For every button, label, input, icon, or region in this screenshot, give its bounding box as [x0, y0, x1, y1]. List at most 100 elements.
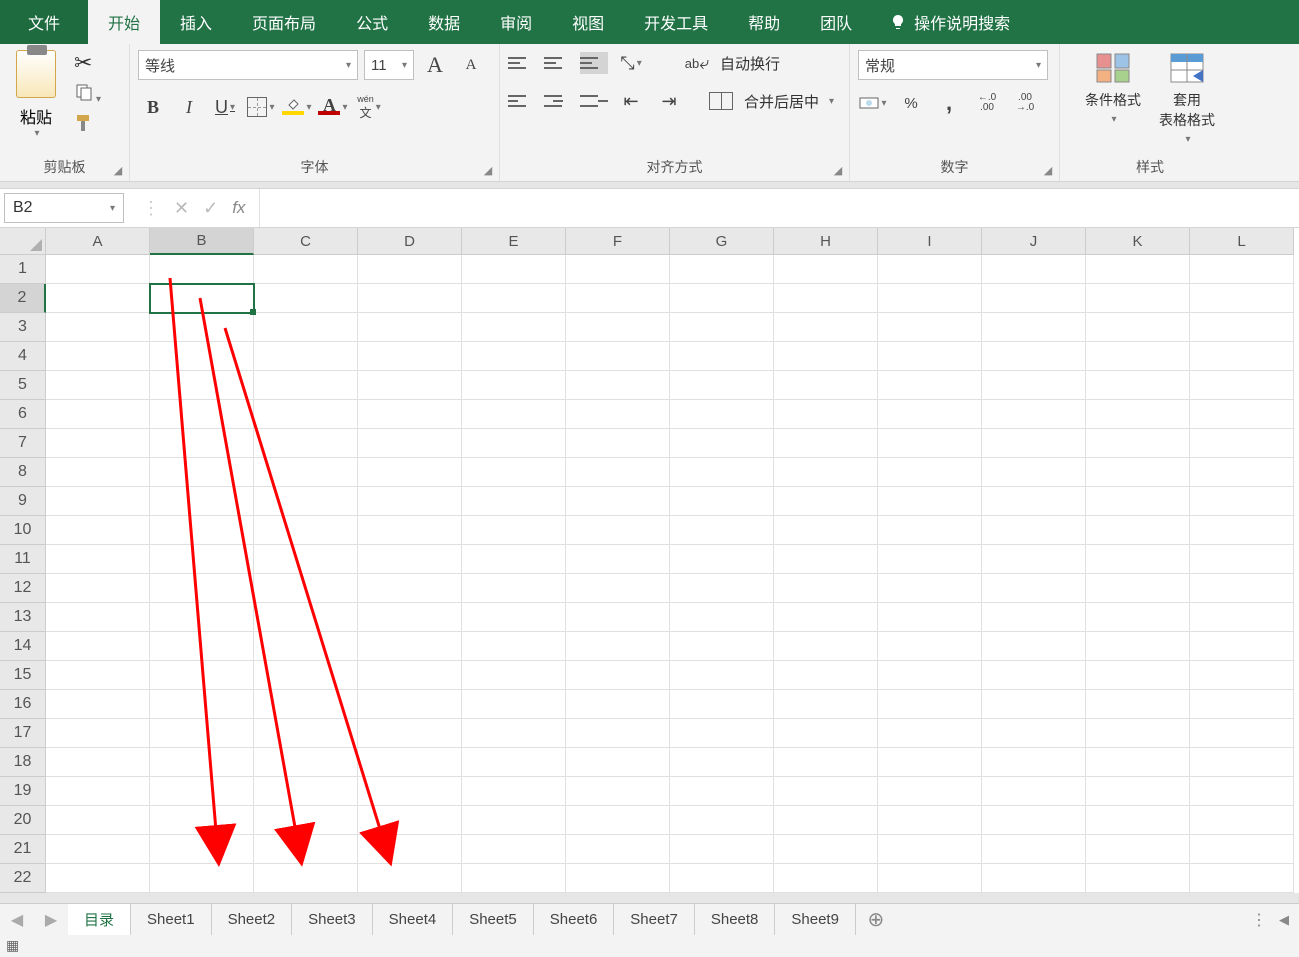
cell[interactable] — [150, 342, 254, 371]
cell[interactable] — [462, 719, 566, 748]
cell[interactable] — [462, 458, 566, 487]
cell[interactable] — [1190, 864, 1294, 893]
row-header[interactable]: 17 — [0, 719, 46, 748]
cell[interactable] — [254, 400, 358, 429]
cell[interactable] — [358, 748, 462, 777]
cell[interactable] — [566, 487, 670, 516]
cell[interactable] — [462, 487, 566, 516]
cell[interactable] — [774, 864, 878, 893]
cell[interactable] — [46, 516, 150, 545]
cell[interactable] — [774, 371, 878, 400]
cell[interactable] — [774, 284, 878, 313]
cell[interactable] — [774, 806, 878, 835]
cell[interactable] — [358, 777, 462, 806]
cell[interactable] — [982, 864, 1086, 893]
tab-data[interactable]: 数据 — [408, 0, 480, 44]
cell[interactable] — [878, 632, 982, 661]
sheet-nav-next[interactable]: ▶ — [34, 904, 68, 935]
cell[interactable] — [982, 777, 1086, 806]
cell[interactable] — [150, 487, 254, 516]
cell[interactable] — [670, 574, 774, 603]
cell[interactable] — [670, 342, 774, 371]
orientation-button[interactable]: ⤡▾ — [616, 50, 646, 76]
cell[interactable] — [1086, 284, 1190, 313]
cell[interactable] — [1086, 661, 1190, 690]
cell[interactable] — [1086, 516, 1190, 545]
cell[interactable] — [358, 864, 462, 893]
sheet-tab-active[interactable]: 目录 — [68, 904, 131, 936]
column-header[interactable]: H — [774, 228, 878, 255]
cell[interactable] — [982, 400, 1086, 429]
row-header[interactable]: 10 — [0, 516, 46, 545]
cell[interactable] — [46, 777, 150, 806]
cell[interactable] — [1086, 864, 1190, 893]
cell[interactable] — [462, 545, 566, 574]
cell[interactable] — [774, 835, 878, 864]
cell[interactable] — [878, 458, 982, 487]
cell[interactable] — [358, 806, 462, 835]
tab-formulas[interactable]: 公式 — [336, 0, 408, 44]
cell[interactable] — [462, 284, 566, 313]
row-header[interactable]: 22 — [0, 864, 46, 893]
cell[interactable] — [254, 719, 358, 748]
decrease-indent-button[interactable]: ⇤ — [616, 88, 646, 114]
cell[interactable] — [462, 777, 566, 806]
row-header[interactable]: 2 — [0, 284, 46, 313]
row-header[interactable]: 18 — [0, 748, 46, 777]
cell[interactable] — [670, 255, 774, 284]
cell[interactable] — [566, 690, 670, 719]
row-header[interactable]: 4 — [0, 342, 46, 371]
cell[interactable] — [774, 574, 878, 603]
cell[interactable] — [1086, 719, 1190, 748]
select-all-corner[interactable] — [0, 228, 46, 255]
cell[interactable] — [150, 603, 254, 632]
cell[interactable] — [358, 545, 462, 574]
cell[interactable] — [878, 835, 982, 864]
cell[interactable] — [46, 458, 150, 487]
cell[interactable] — [358, 574, 462, 603]
cell[interactable] — [774, 516, 878, 545]
bold-button[interactable]: B — [138, 92, 168, 122]
cell[interactable] — [254, 284, 358, 313]
cell[interactable] — [670, 632, 774, 661]
cell[interactable] — [878, 690, 982, 719]
cell[interactable] — [982, 487, 1086, 516]
row-header[interactable]: 20 — [0, 806, 46, 835]
cell[interactable] — [150, 748, 254, 777]
conditional-format-button[interactable]: 条件格式▾ — [1085, 50, 1141, 145]
cell[interactable] — [774, 342, 878, 371]
cell[interactable] — [1086, 487, 1190, 516]
formula-input[interactable] — [260, 189, 1299, 227]
merge-button[interactable] — [706, 88, 736, 114]
cell[interactable] — [1086, 545, 1190, 574]
sheet-tab[interactable]: Sheet2 — [212, 904, 293, 935]
alignment-dialog-launcher[interactable]: ◢ — [831, 163, 845, 177]
cell[interactable] — [878, 545, 982, 574]
decrease-font-button[interactable]: A — [456, 50, 486, 80]
cell[interactable] — [254, 632, 358, 661]
cell[interactable] — [46, 690, 150, 719]
cell[interactable] — [462, 400, 566, 429]
font-name-select[interactable]: 等线▾ — [138, 50, 358, 80]
cell[interactable] — [150, 255, 254, 284]
cell[interactable] — [462, 342, 566, 371]
cell[interactable] — [358, 284, 462, 313]
cell[interactable] — [1190, 806, 1294, 835]
cell[interactable] — [254, 458, 358, 487]
cell[interactable] — [1086, 632, 1190, 661]
cell[interactable] — [46, 806, 150, 835]
cell[interactable] — [982, 835, 1086, 864]
row-header[interactable]: 11 — [0, 545, 46, 574]
cell[interactable] — [358, 661, 462, 690]
cell[interactable] — [46, 632, 150, 661]
cell[interactable] — [1086, 400, 1190, 429]
cell[interactable] — [254, 342, 358, 371]
cell[interactable] — [670, 371, 774, 400]
cell[interactable] — [774, 313, 878, 342]
cell[interactable] — [670, 690, 774, 719]
cell[interactable] — [150, 516, 254, 545]
cell[interactable] — [982, 255, 1086, 284]
cell[interactable] — [566, 777, 670, 806]
cell[interactable] — [878, 603, 982, 632]
row-header[interactable]: 5 — [0, 371, 46, 400]
